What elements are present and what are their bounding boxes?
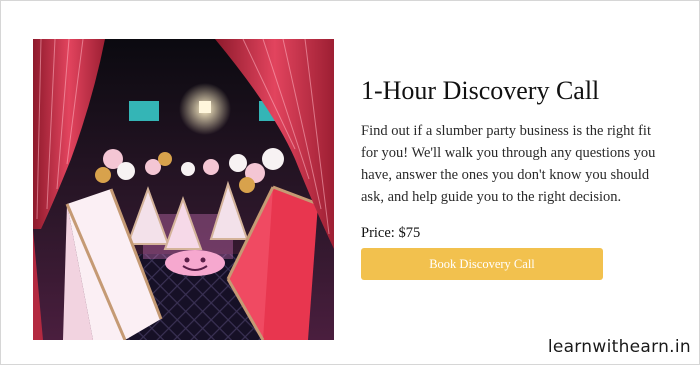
card-title: 1-Hour Discovery Call xyxy=(361,76,600,105)
product-card: 1-Hour Discovery Call Find out if a slum… xyxy=(0,0,700,365)
watermark-text: learnwithearn.in xyxy=(547,337,691,357)
card-info: 1-Hour Discovery Call Find out if a slum… xyxy=(361,75,666,280)
slumber-party-photo xyxy=(33,39,334,340)
price-label: Price: $75 xyxy=(361,225,421,241)
book-discovery-call-button[interactable]: Book Discovery Call xyxy=(361,248,603,280)
card-description: Find out if a slumber party business is … xyxy=(361,123,656,205)
